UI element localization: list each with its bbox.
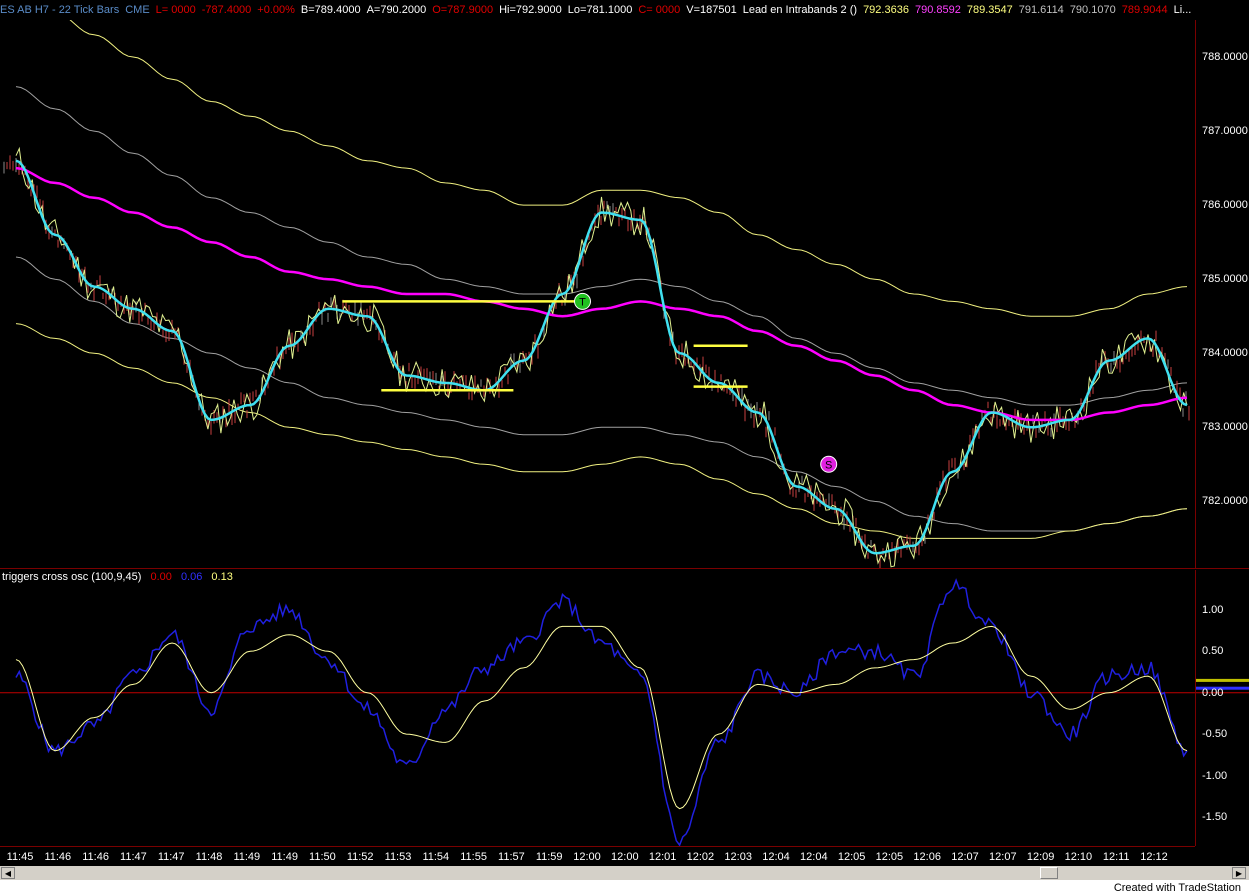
time-tick-label: 12:01	[648, 851, 677, 863]
time-tick-label: 12:05	[875, 851, 904, 863]
time-tick-label: 11:49	[233, 851, 261, 863]
time-tick-label: 11:53	[384, 851, 412, 863]
scroll-left-arrow-icon[interactable]: ◀	[1, 867, 15, 879]
osc-tick-label: -1.50	[1202, 811, 1228, 823]
oscillator-fast-line	[15, 578, 1188, 846]
signal-marker-label: S	[825, 459, 832, 471]
time-tick-label: 11:45	[6, 851, 34, 863]
lower-outer-band	[15, 323, 1188, 539]
time-tick-label: 12:05	[837, 851, 866, 863]
scroll-right-arrow-icon[interactable]: ▶	[1232, 867, 1246, 879]
price-tick-label: 784.0000	[1202, 347, 1248, 360]
oscillator-axis[interactable]: 1.00 0.50 0.00 -0.50 -1.00 -1.50	[1195, 570, 1249, 846]
osc-tick-label: -1.00	[1202, 769, 1228, 782]
time-tick-label: 12:02	[686, 851, 715, 863]
time-tick-label: 12:07	[989, 851, 1017, 863]
price-tick-label: 788.0000	[1202, 51, 1248, 64]
time-tick-label: 12:12	[1140, 851, 1168, 863]
time-tick-label: 12:10	[1064, 851, 1093, 863]
osc-tick-label: 0.00	[1202, 686, 1224, 699]
time-tick-label: 12:04	[800, 851, 828, 863]
footer: Created with TradeStation	[0, 880, 1249, 896]
scroll-thumb[interactable]	[1040, 867, 1058, 879]
time-axis[interactable]: 11:45 11:46 11:46 11:47 11:47 11:48 11:49 11:49…	[0, 846, 1195, 867]
time-tick-label: 11:47	[120, 851, 147, 863]
time-tick-label: 11:50	[309, 851, 336, 863]
oscillator-name: triggers cross osc (100,9,45)	[2, 571, 142, 583]
price-tick-label: 785.0000	[1202, 273, 1248, 286]
price-tick-label: 782.0000	[1202, 495, 1248, 508]
price-tick-label: 787.0000	[1202, 125, 1248, 138]
osc-tick-label: -0.50	[1202, 728, 1228, 741]
osc-value-blue: 0.06	[180, 571, 203, 583]
chart-window: ES AB H7 - 22 Tick Bars CME L= 0000 -787.40…	[0, 0, 1249, 896]
upper-outer-band	[69, 20, 1188, 317]
fast-price-line	[15, 146, 1188, 568]
time-tick-label: 11:52	[346, 851, 374, 863]
time-tick-label: 11:59	[535, 851, 563, 863]
time-tick-label: 12:00	[611, 851, 639, 863]
price-chart-canvas[interactable]: TS	[0, 0, 1249, 896]
time-tick-label: 12:11	[1102, 851, 1130, 863]
time-tick-label: 11:48	[195, 851, 223, 863]
footer-credit: Created with TradeStation	[1113, 882, 1241, 894]
time-tick-label: 11:46	[82, 851, 109, 863]
time-tick-label: 12:00	[573, 851, 601, 863]
price-tick-label: 783.0000	[1202, 421, 1248, 434]
oscillator-title: triggers cross osc (100,9,45) 0.00 0.06 …	[2, 570, 239, 584]
time-tick-label: 12:09	[1026, 851, 1055, 863]
osc-tick-label: 0.50	[1202, 645, 1224, 658]
price-tick-label: 786.0000	[1202, 199, 1248, 212]
time-tick-label: 11:46	[44, 851, 72, 863]
horizontal-scrollbar[interactable]: ◀ ▶	[0, 866, 1249, 880]
time-tick-label: 12:03	[724, 851, 752, 863]
pane-separator[interactable]	[0, 568, 1249, 569]
lower-inner-band	[15, 256, 1188, 532]
oscillator-slow-line	[15, 625, 1188, 810]
osc-value-zero: 0.00	[150, 571, 172, 583]
osc-tick-label: 1.00	[1202, 603, 1224, 616]
signal-marker-label: T	[579, 296, 586, 308]
time-tick-label: 12:07	[951, 851, 979, 863]
osc-value-yellow: 0.13	[211, 571, 233, 583]
time-tick-label: 11:57	[498, 851, 525, 863]
time-tick-label: 11:47	[157, 851, 185, 863]
time-tick-label: 11:49	[271, 851, 298, 863]
time-tick-label: 11:55	[460, 851, 487, 863]
time-tick-label: 12:04	[762, 851, 790, 863]
price-axis[interactable]: 788.0000 787.0000 786.0000 785.0000 784.0000…	[1195, 20, 1249, 568]
time-tick-label: 11:54	[422, 851, 450, 863]
upper-inner-band	[15, 86, 1188, 406]
time-tick-label: 12:06	[913, 851, 941, 863]
